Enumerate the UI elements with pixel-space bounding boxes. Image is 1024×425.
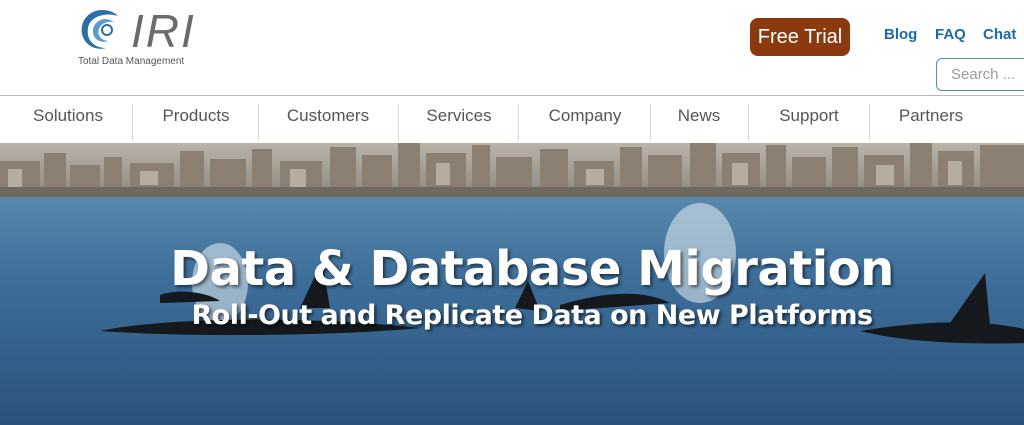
brand-tagline: Total Data Management (78, 56, 185, 67)
free-trial-button[interactable]: Free Trial (750, 18, 850, 56)
nav-divider (518, 104, 519, 141)
nav-item-news[interactable]: News (656, 96, 742, 143)
nav-item-products[interactable]: Products (140, 96, 252, 143)
nav-divider (650, 104, 651, 141)
main-nav: Solutions Products Customers Services Co… (0, 95, 1024, 143)
hero-subtitle: Roll-Out and Replicate Data on New Platf… (191, 300, 873, 331)
faq-link[interactable]: FAQ (935, 26, 966, 43)
site-header: IRI Total Data Management Free Trial Blo… (0, 0, 1024, 95)
search-box (936, 58, 1024, 91)
search-input[interactable] (951, 59, 1024, 90)
nav-item-company[interactable]: Company (526, 96, 644, 143)
nav-item-customers[interactable]: Customers (266, 96, 390, 143)
nav-divider (132, 104, 133, 141)
chat-link[interactable]: Chat (983, 26, 1016, 43)
nav-divider (869, 104, 870, 141)
blog-link[interactable]: Blog (884, 26, 917, 43)
nav-item-partners[interactable]: Partners (876, 96, 986, 143)
swirl-logo-icon (81, 10, 118, 49)
nav-item-support[interactable]: Support (756, 96, 862, 143)
nav-item-solutions[interactable]: Solutions (14, 96, 122, 143)
brand-logo[interactable]: IRI Total Data Management (78, 5, 208, 68)
nav-divider (258, 104, 259, 141)
hero-title: Data & Database Migration (170, 241, 894, 297)
nav-divider (748, 104, 749, 141)
hero-banner: Data & Database Migration Roll-Out and R… (0, 143, 1024, 425)
brand-name: IRI (131, 5, 196, 57)
nav-divider (398, 104, 399, 141)
nav-item-services[interactable]: Services (406, 96, 512, 143)
